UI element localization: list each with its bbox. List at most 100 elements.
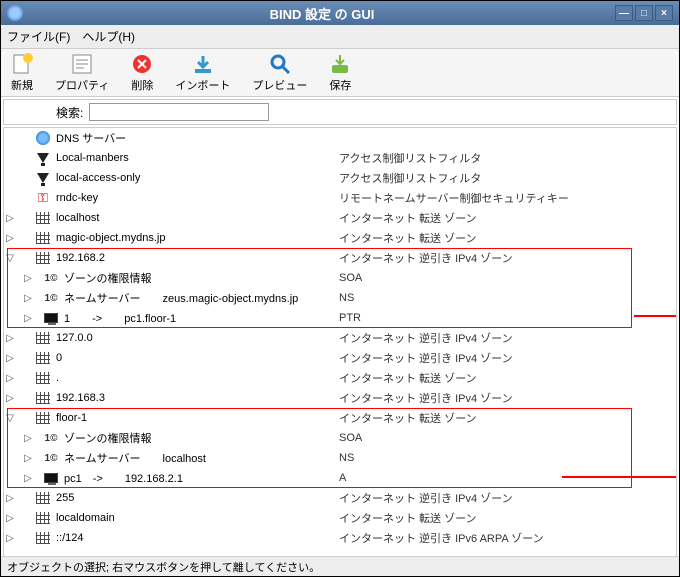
- close-button[interactable]: ×: [655, 5, 673, 21]
- tree-item-label: localhost: [56, 212, 99, 224]
- expander-icon[interactable]: ▷: [22, 313, 34, 324]
- toolbar: 新規 プロパティ 削除 インボート プレビュー 保存: [1, 49, 679, 97]
- tree-item-desc: NS: [339, 292, 354, 304]
- delete-icon: [131, 53, 153, 75]
- tree-item-desc: NS: [339, 452, 354, 464]
- zone-icon: [34, 410, 52, 426]
- tree-item-desc: インターネット 転送 ゾーン: [339, 510, 477, 526]
- expander-icon[interactable]: ▷: [4, 493, 16, 504]
- tree-item-desc: インターネット 転送 ゾーン: [339, 210, 477, 226]
- menu-file[interactable]: ファイル(F): [7, 28, 70, 45]
- expander-icon[interactable]: ▷: [4, 233, 16, 244]
- tree-row[interactable]: ▷1©ゾーンの権限情報SOA: [4, 428, 676, 448]
- import-button[interactable]: インボート: [175, 53, 230, 93]
- expander-icon[interactable]: ▷: [22, 433, 34, 444]
- preview-icon: [269, 53, 291, 75]
- record-icon: 1©: [42, 430, 60, 446]
- tree-item-label: pc1 -> 192.168.2.1: [64, 470, 183, 486]
- tree-row[interactable]: ▽ floor-1 インターネット 転送 ゾーン: [4, 408, 676, 428]
- record-icon: 1©: [42, 450, 60, 466]
- properties-icon: [71, 53, 93, 75]
- new-button[interactable]: 新規: [11, 53, 33, 93]
- tree-row[interactable]: ▷ 1©ネームサーバー localhost NS: [4, 448, 676, 468]
- expander-icon[interactable]: ▷: [4, 533, 16, 544]
- tree-item-label: 0: [56, 352, 62, 364]
- zone-icon: [34, 510, 52, 526]
- expander-icon[interactable]: ▽: [4, 413, 16, 424]
- expander-icon[interactable]: ▷: [4, 353, 16, 364]
- zone-icon: [34, 330, 52, 346]
- save-button[interactable]: 保存: [329, 53, 351, 93]
- tree-item-desc: インターネット 逆引き IPv4 ゾーン: [339, 390, 513, 406]
- expander-icon[interactable]: ▷: [22, 473, 34, 484]
- tree-item-desc: インターネット 逆引き IPv4 ゾーン: [339, 490, 513, 506]
- expander-icon[interactable]: ▷: [22, 293, 34, 304]
- minimize-button[interactable]: —: [615, 5, 633, 21]
- computer-icon: [42, 470, 60, 486]
- menu-help[interactable]: ヘルプ(H): [82, 28, 135, 45]
- properties-button[interactable]: プロパティ: [55, 53, 109, 93]
- tree-item-desc: インターネット 逆引き IPv4 ゾーン: [339, 350, 513, 366]
- tree-row[interactable]: ▷DNS サーバー: [4, 128, 676, 148]
- tree-row[interactable]: ▷local-access-onlyアクセス制御リストフィルタ: [4, 168, 676, 188]
- tree-item-desc: アクセス制御リストフィルタ: [339, 170, 481, 186]
- tree-item-desc: A: [339, 472, 346, 484]
- expander-icon[interactable]: ▷: [4, 213, 16, 224]
- record-icon: 1©: [42, 290, 60, 306]
- tree-item-label: DNS サーバー: [56, 130, 126, 146]
- import-icon: [192, 53, 214, 75]
- zone-icon: [34, 390, 52, 406]
- tree-item-desc: インターネット 転送 ゾーン: [339, 410, 477, 426]
- tree-row[interactable]: ▷magic-object.mydns.jpインターネット 転送 ゾーン: [4, 228, 676, 248]
- preview-button[interactable]: プレビュー: [252, 53, 307, 93]
- tree-row[interactable]: ▷ 0 インターネット 逆引き IPv4 ゾーン: [4, 348, 676, 368]
- expander-icon[interactable]: ▷: [4, 513, 16, 524]
- menu-bar: ファイル(F) ヘルプ(H): [1, 25, 679, 49]
- tree-item-desc: インターネット 転送 ゾーン: [339, 370, 477, 386]
- expander-icon[interactable]: ▷: [22, 453, 34, 464]
- expander-icon[interactable]: ▽: [4, 253, 16, 264]
- tree-row[interactable]: ▷ 1 -> pc1.floor-1 PTR: [4, 308, 676, 328]
- tree-row[interactable]: ▷ 255 インターネット 逆引き IPv4 ゾーン: [4, 488, 676, 508]
- key-icon: ⚿: [34, 190, 52, 206]
- tree-item-label: 192.168.2: [56, 252, 105, 264]
- tree-item-label: ::/124: [56, 532, 84, 544]
- tree-row[interactable]: ▷192.168.3インターネット 逆引き IPv4 ゾーン: [4, 388, 676, 408]
- search-label: 検索:: [56, 104, 83, 121]
- app-icon: [7, 5, 23, 21]
- tree-item-label: Local-manbers: [56, 152, 129, 164]
- tree-item-label: .: [56, 372, 59, 384]
- tree-item-label: 255: [56, 492, 74, 504]
- tree-item-desc: インターネット 逆引き IPv4 ゾーン: [339, 330, 513, 346]
- zone-icon: [34, 370, 52, 386]
- tree-row[interactable]: ▽192.168.2インターネット 逆引き IPv4 ゾーン: [4, 248, 676, 268]
- tree-row[interactable]: ▷. インターネット 転送 ゾーン: [4, 368, 676, 388]
- tree-row[interactable]: ▷1©ネームサーバー zeus.magic-object.mydns.jpNS: [4, 288, 676, 308]
- tree-row[interactable]: ▷localdomainインターネット 転送 ゾーン: [4, 508, 676, 528]
- expander-icon[interactable]: ▷: [22, 273, 34, 284]
- tree-row[interactable]: ▷ pc1 -> 192.168.2.1 A: [4, 468, 676, 488]
- tree-row[interactable]: ▷ localhost インターネット 転送 ゾーン: [4, 208, 676, 228]
- tree-view[interactable]: ▷DNS サーバー▷Local-manbersアクセス制御リストフィルタ▷loc…: [3, 127, 677, 565]
- tree-item-label: local-access-only: [56, 172, 140, 184]
- tree-item-desc: PTR: [339, 312, 361, 324]
- tree-item-desc: インターネット 転送 ゾーン: [339, 230, 477, 246]
- search-input[interactable]: [89, 103, 269, 121]
- expander-icon[interactable]: ▷: [4, 333, 16, 344]
- maximize-button[interactable]: □: [635, 5, 653, 21]
- status-bar: オブジェクトの選択; 右マウスボタンを押して離してください。: [1, 556, 679, 576]
- tree-row[interactable]: ▷::/124インターネット 逆引き IPv6 ARPA ゾーン: [4, 528, 676, 548]
- tree-item-label: 1 -> pc1.floor-1: [64, 310, 176, 326]
- tree-row[interactable]: ▷Local-manbersアクセス制御リストフィルタ: [4, 148, 676, 168]
- zone-icon: [34, 530, 52, 546]
- tree-row[interactable]: ▷127.0.0インターネット 逆引き IPv4 ゾーン: [4, 328, 676, 348]
- save-icon: [329, 53, 351, 75]
- tree-row[interactable]: ▷1©ゾーンの権限情報SOA: [4, 268, 676, 288]
- tree-item-label: floor-1: [56, 412, 87, 424]
- zone-icon: [34, 350, 52, 366]
- tree-row[interactable]: ▷⚿rndc-keyリモートネームサーバー制御セキュリティキー: [4, 188, 676, 208]
- expander-icon[interactable]: ▷: [4, 373, 16, 384]
- delete-button[interactable]: 削除: [131, 53, 153, 93]
- expander-icon[interactable]: ▷: [4, 393, 16, 404]
- tree-item-label: ネームサーバー localhost: [64, 450, 206, 466]
